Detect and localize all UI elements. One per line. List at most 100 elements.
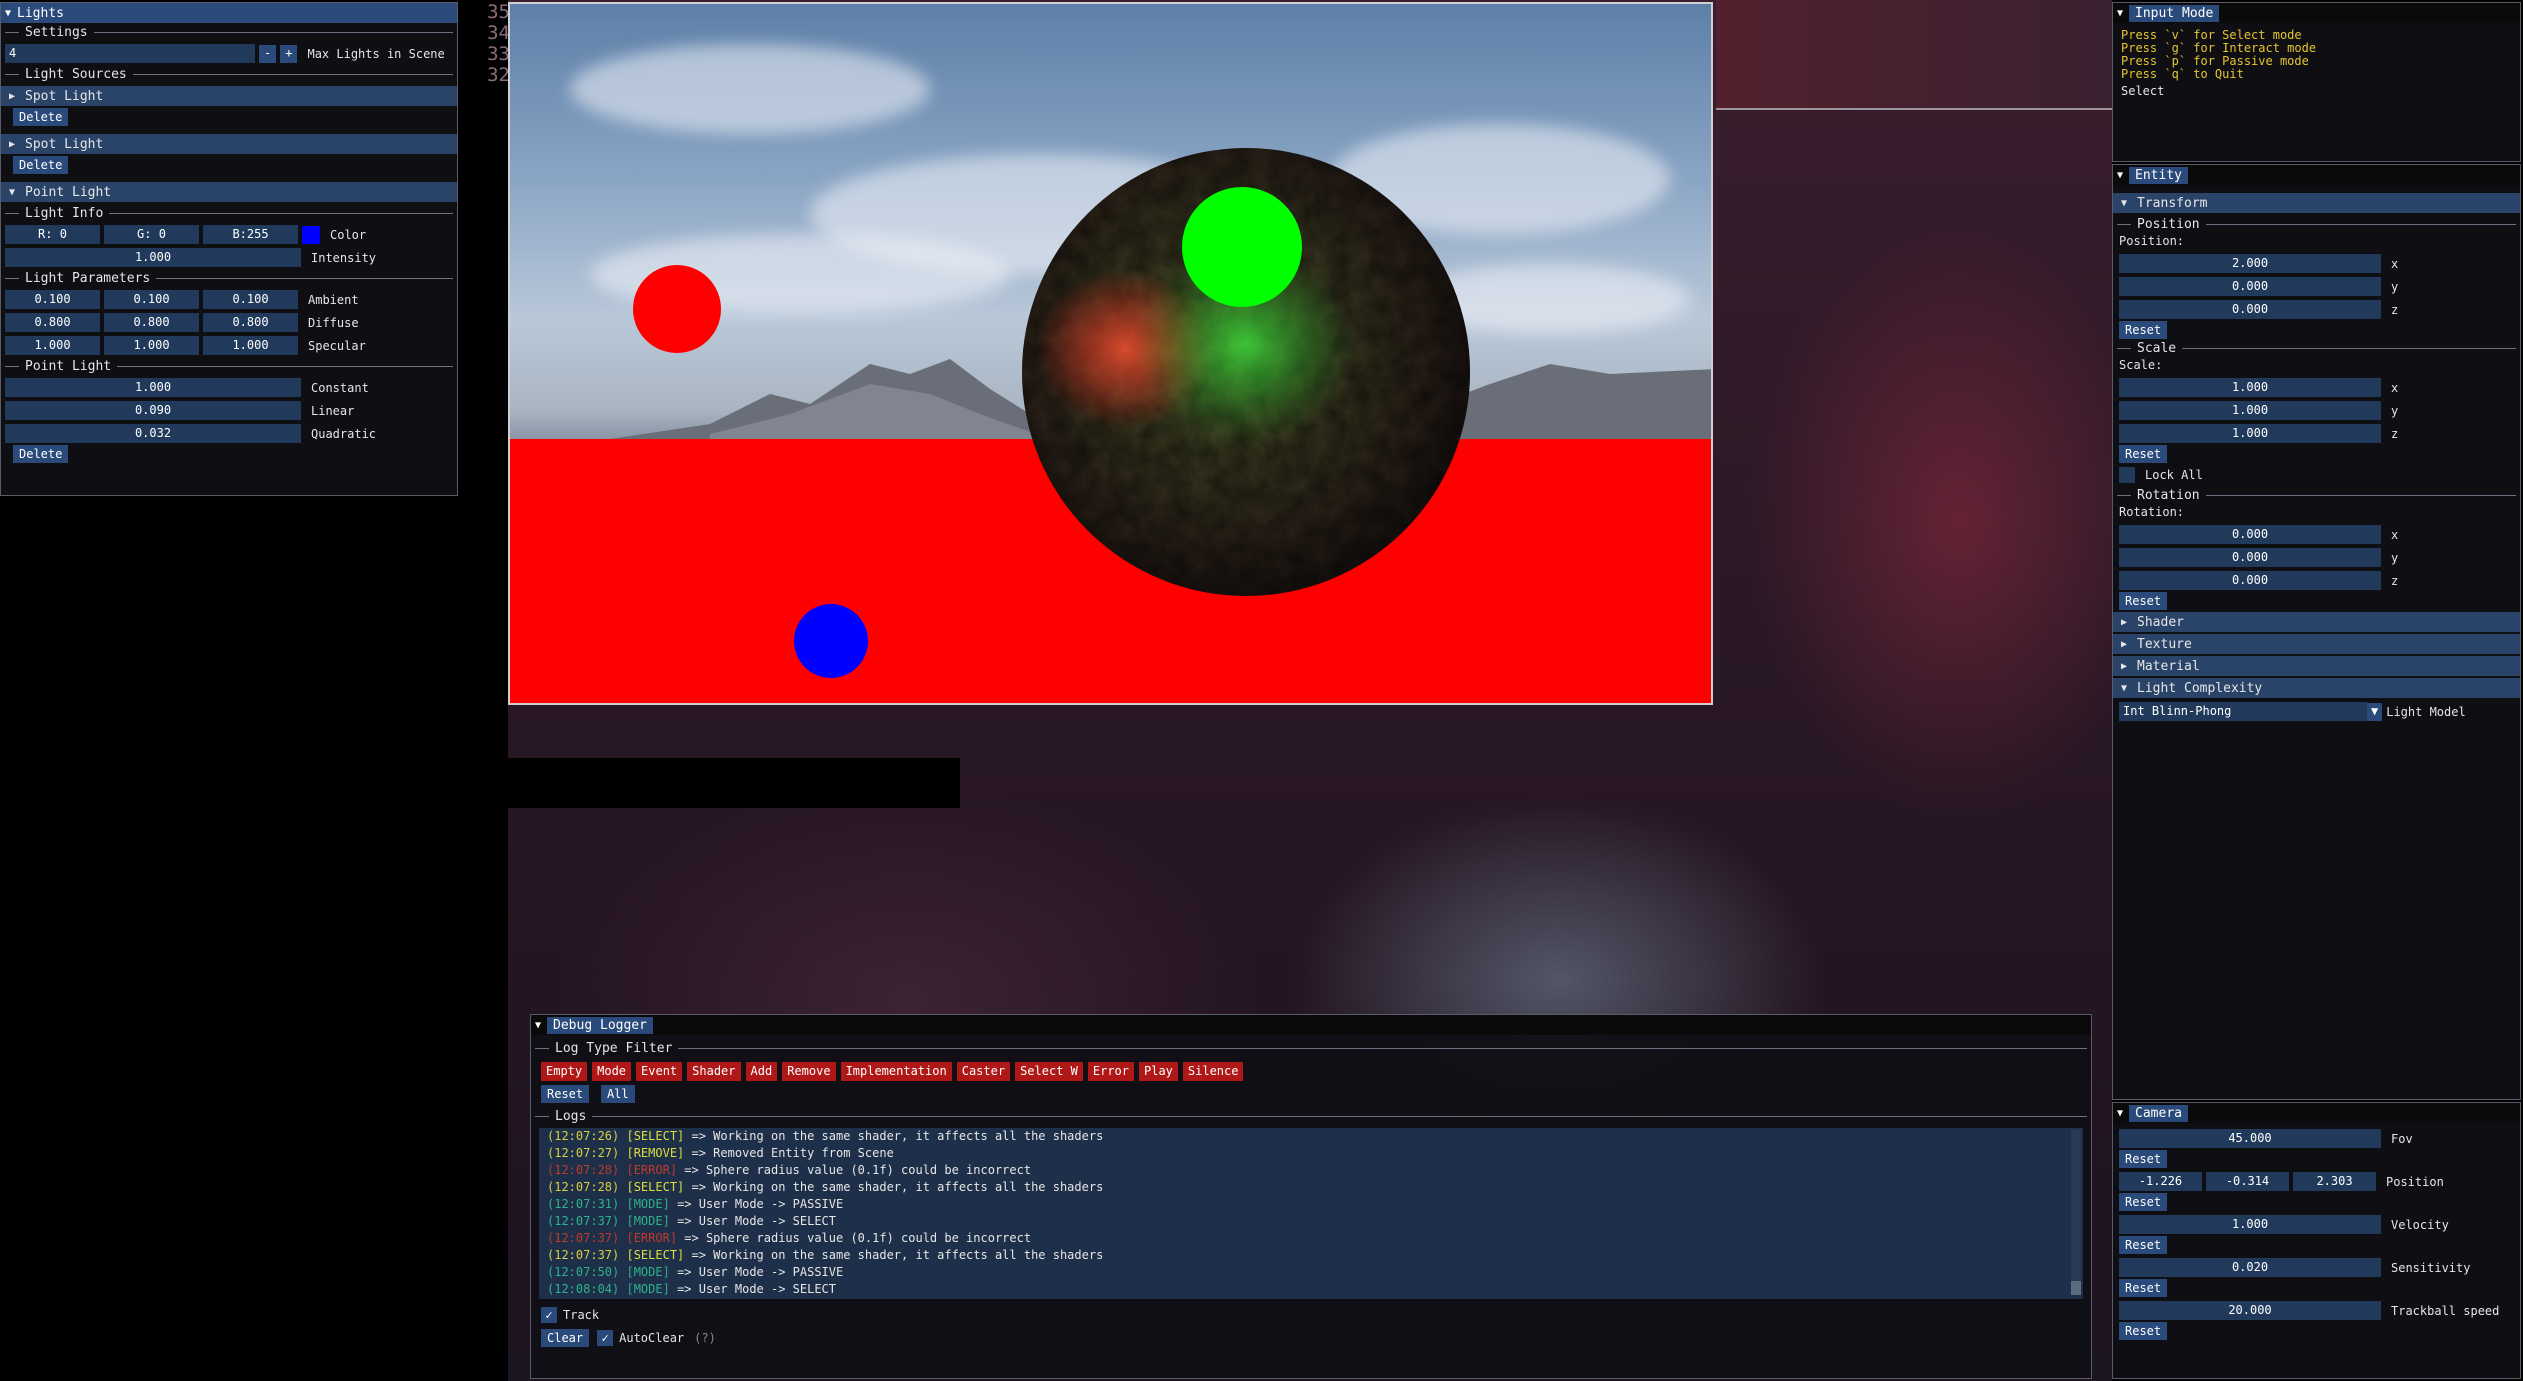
- quadratic-field[interactable]: 0.032: [5, 424, 301, 443]
- camera-pos-z-field[interactable]: 2.303: [2293, 1172, 2376, 1191]
- axis-label: y: [2391, 279, 2399, 294]
- delete-point-light-button[interactable]: Delete: [13, 445, 69, 463]
- delete-spot-light-1-button[interactable]: Delete: [13, 108, 69, 126]
- position-z-field[interactable]: 0.000: [2119, 300, 2381, 319]
- sensitivity-field[interactable]: 0.020: [2119, 1258, 2381, 1277]
- log-scrollbar[interactable]: [2071, 1130, 2081, 1295]
- color-b-field[interactable]: B:255: [203, 225, 298, 244]
- fov-field[interactable]: 45.000: [2119, 1129, 2381, 1148]
- camera-titlebar[interactable]: ▼ Camera: [2113, 1103, 2520, 1123]
- texture-header[interactable]: ▶ Texture: [2113, 634, 2520, 654]
- filter-caster-button[interactable]: Caster: [956, 1062, 1011, 1081]
- light-complexity-header[interactable]: ▼ Light Complexity: [2113, 678, 2520, 698]
- reset-sensitivity-button[interactable]: Reset: [2119, 1279, 2168, 1297]
- filter-event-button[interactable]: Event: [636, 1062, 683, 1081]
- track-checkbox[interactable]: ✓: [541, 1307, 557, 1323]
- filter-silence-button[interactable]: Silence: [1182, 1062, 1244, 1081]
- increment-button[interactable]: +: [280, 44, 298, 63]
- filter-select-w-button[interactable]: Select W: [1015, 1062, 1083, 1081]
- max-lights-input[interactable]: 4: [5, 44, 255, 63]
- chevron-down-icon[interactable]: ▼: [2367, 702, 2383, 721]
- filter-remove-button[interactable]: Remove: [782, 1062, 836, 1081]
- ambient-r-field[interactable]: 0.100: [5, 290, 100, 309]
- input-mode-panel[interactable]: ▼ Input Mode Press `v` for Select mode Pr…: [2112, 2, 2521, 162]
- all-filters-button[interactable]: All: [600, 1085, 635, 1103]
- linear-field[interactable]: 0.090: [5, 401, 301, 420]
- specular-g-field[interactable]: 1.000: [104, 336, 199, 355]
- transform-header[interactable]: ▼ Transform: [2113, 193, 2520, 213]
- collapse-triangle-icon[interactable]: ▼: [535, 1020, 541, 1031]
- spot-light-1-header[interactable]: ▶ Spot Light: [1, 86, 457, 106]
- entity-titlebar[interactable]: ▼ Entity: [2113, 165, 2520, 185]
- scale-separator: Scale: [2113, 339, 2520, 358]
- reset-position-button[interactable]: Reset: [2119, 321, 2168, 339]
- light-info-separator: Light Info: [1, 204, 457, 223]
- entity-panel[interactable]: ▼ Entity ▼ Transform Position Position: 2.…: [2112, 164, 2521, 1100]
- reset-rotation-button[interactable]: Reset: [2119, 592, 2168, 610]
- constant-field[interactable]: 1.000: [5, 378, 301, 397]
- position-x-field[interactable]: 2.000: [2119, 254, 2381, 273]
- camera-pos-x-field[interactable]: -1.226: [2119, 1172, 2202, 1191]
- camera-panel[interactable]: ▼ Camera 45.000 Fov Reset -1.226 -0.314 2.…: [2112, 1102, 2521, 1379]
- material-header[interactable]: ▶ Material: [2113, 656, 2520, 676]
- input-mode-titlebar[interactable]: ▼ Input Mode: [2113, 3, 2520, 23]
- shader-header[interactable]: ▶ Shader: [2113, 612, 2520, 632]
- collapse-triangle-icon[interactable]: ▼: [2117, 8, 2123, 19]
- reset-position-button[interactable]: Reset: [2119, 1193, 2168, 1211]
- trackball-speed-field[interactable]: 20.000: [2119, 1301, 2381, 1320]
- color-g-field[interactable]: G: 0: [104, 225, 199, 244]
- filter-add-button[interactable]: Add: [745, 1062, 778, 1081]
- color-swatch[interactable]: [302, 225, 320, 244]
- spot-light-2-header[interactable]: ▶ Spot Light: [1, 134, 457, 154]
- collapse-triangle-icon[interactable]: ▼: [2117, 1108, 2123, 1119]
- decrement-button[interactable]: -: [259, 44, 277, 63]
- log-list[interactable]: (12:07:26) [SELECT] => Working on the sa…: [539, 1128, 2083, 1299]
- filter-mode-button[interactable]: Mode: [592, 1062, 632, 1081]
- filter-shader-button[interactable]: Shader: [687, 1062, 741, 1081]
- delete-spot-light-2-button[interactable]: Delete: [13, 156, 69, 174]
- clear-logs-button[interactable]: Clear: [541, 1329, 590, 1347]
- scale-y-field[interactable]: 1.000: [2119, 401, 2381, 420]
- specular-b-field[interactable]: 1.000: [203, 336, 298, 355]
- filter-error-button[interactable]: Error: [1087, 1062, 1134, 1081]
- help-marker[interactable]: (?): [694, 1331, 716, 1345]
- intensity-field[interactable]: 1.000: [5, 248, 301, 267]
- specular-r-field[interactable]: 1.000: [5, 336, 100, 355]
- diffuse-g-field[interactable]: 0.800: [104, 313, 199, 332]
- light-model-select[interactable]: Int Blinn-Phong: [2119, 702, 2367, 721]
- diffuse-r-field[interactable]: 0.800: [5, 313, 100, 332]
- rotation-y-field[interactable]: 0.000: [2119, 548, 2381, 567]
- camera-pos-y-field[interactable]: -0.314: [2206, 1172, 2289, 1191]
- reset-scale-button[interactable]: Reset: [2119, 445, 2168, 463]
- diffuse-b-field[interactable]: 0.800: [203, 313, 298, 332]
- log-entry: (12:07:31) [MODE] => User Mode -> PASSIV…: [547, 1196, 2075, 1213]
- render-viewport[interactable]: [508, 2, 1713, 705]
- filter-implementation-button[interactable]: Implementation: [840, 1062, 952, 1081]
- reset-filters-button[interactable]: Reset: [541, 1085, 590, 1103]
- rotation-x-field[interactable]: 0.000: [2119, 525, 2381, 544]
- collapse-triangle-icon[interactable]: ▼: [5, 8, 11, 19]
- scale-x-field[interactable]: 1.000: [2119, 378, 2381, 397]
- lock-all-checkbox[interactable]: [2119, 466, 2135, 483]
- scale-z-field[interactable]: 1.000: [2119, 424, 2381, 443]
- velocity-field[interactable]: 1.000: [2119, 1215, 2381, 1234]
- debug-logger-panel[interactable]: ▼ Debug Logger Log Type Filter Empty Mode E…: [530, 1014, 2092, 1379]
- color-r-field[interactable]: R: 0: [5, 225, 100, 244]
- lights-titlebar[interactable]: ▼ Lights: [1, 3, 457, 23]
- ambient-b-field[interactable]: 0.100: [203, 290, 298, 309]
- filter-play-button[interactable]: Play: [1139, 1062, 1178, 1081]
- point-light-header[interactable]: ▼ Point Light: [1, 182, 457, 202]
- collapse-triangle-icon[interactable]: ▼: [2117, 170, 2123, 181]
- ambient-g-field[interactable]: 0.100: [104, 290, 199, 309]
- log-entry: (12:07:28) [SELECT] => Working on the sa…: [547, 1179, 2075, 1196]
- expand-triangle-icon: ▶: [2121, 660, 2128, 672]
- reset-trackball-button[interactable]: Reset: [2119, 1322, 2168, 1340]
- position-y-field[interactable]: 0.000: [2119, 277, 2381, 296]
- reset-velocity-button[interactable]: Reset: [2119, 1236, 2168, 1254]
- rotation-z-field[interactable]: 0.000: [2119, 571, 2381, 590]
- logger-titlebar[interactable]: ▼ Debug Logger: [531, 1015, 2091, 1035]
- reset-fov-button[interactable]: Reset: [2119, 1150, 2168, 1168]
- filter-empty-button[interactable]: Empty: [541, 1062, 588, 1081]
- autoclear-checkbox[interactable]: ✓: [597, 1330, 614, 1346]
- lights-panel[interactable]: ▼ Lights Settings 4 - + Max Lights in Sce…: [0, 2, 458, 496]
